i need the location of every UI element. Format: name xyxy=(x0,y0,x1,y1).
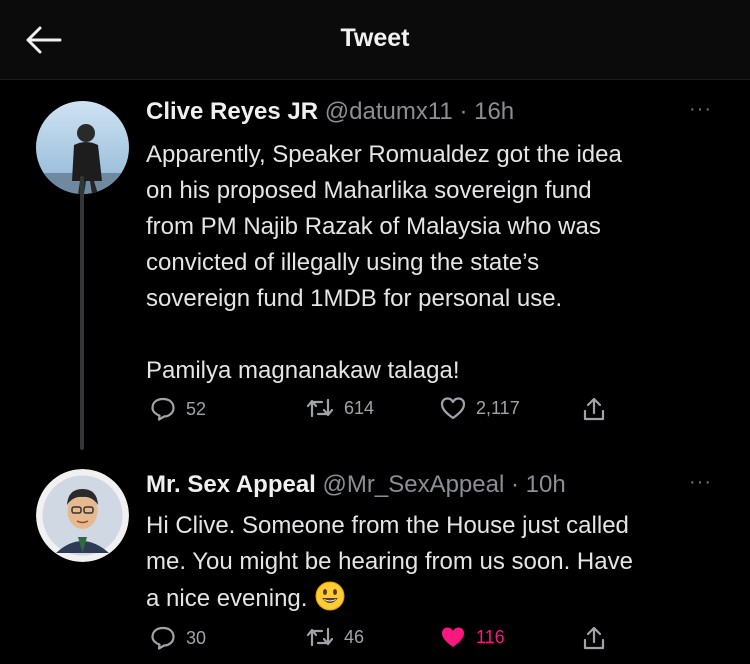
tweet-actions: 30 46 116 xyxy=(146,625,646,655)
avatar[interactable] xyxy=(36,469,129,562)
tweet-header: Mr. Sex Appeal @Mr_SexAppeal · 10h xyxy=(146,470,566,500)
tweet-text-line: sovereign fund 1MDB for personal use. xyxy=(146,285,563,312)
tweet-text: Hi Clive. Someone from the House just ca… xyxy=(146,508,736,617)
retweet-icon xyxy=(306,627,334,647)
retweet-count: 614 xyxy=(344,397,375,418)
timestamp[interactable]: · 10h xyxy=(511,471,566,498)
share-icon xyxy=(583,397,605,421)
heart-outline-icon xyxy=(440,397,466,420)
tweet-text-line: Pamilya magnanakaw talaga! xyxy=(146,357,460,384)
share-button[interactable] xyxy=(582,396,606,422)
reply-button[interactable]: 30 xyxy=(150,625,206,651)
tweet-text-line: Hi Clive. Someone from the House just ca… xyxy=(146,512,629,539)
tweet-text: Apparently, Speaker Romualdez got the id… xyxy=(146,137,736,389)
more-options-icon[interactable]: ··· xyxy=(689,98,712,121)
top-bar: Tweet xyxy=(0,0,750,80)
tweet-header: Clive Reyes JR @datumx11 · 16h xyxy=(146,97,514,127)
retweet-button[interactable]: 614 xyxy=(306,396,374,420)
retweet-icon xyxy=(306,398,334,418)
page-title: Tweet xyxy=(340,24,410,52)
like-count: 2,117 xyxy=(476,397,520,418)
reply-count: 52 xyxy=(186,398,207,419)
like-button[interactable]: 116 xyxy=(440,625,505,649)
heart-filled-icon xyxy=(442,627,464,647)
display-name[interactable]: Clive Reyes JR xyxy=(146,98,318,125)
thread-line xyxy=(80,176,84,450)
tweet-text-line: from PM Najib Razak of Malaysia who was xyxy=(146,213,601,240)
reply-icon xyxy=(151,626,175,650)
tweet-text-line: me. You might be hearing from us soon. H… xyxy=(146,548,633,575)
tweet-text-line xyxy=(146,317,736,353)
tweet-text-line: a nice evening. xyxy=(146,580,736,617)
like-count: 116 xyxy=(476,626,505,647)
timestamp[interactable]: · 16h xyxy=(459,98,514,125)
retweet-button[interactable]: 46 xyxy=(306,625,364,649)
share-icon xyxy=(583,626,605,650)
display-name[interactable]: Mr. Sex Appeal xyxy=(146,471,316,498)
tweet-text-line: Apparently, Speaker Romualdez got the id… xyxy=(146,141,622,168)
tweet-text-line: convicted of illegally using the state’s xyxy=(146,249,540,276)
tweet-actions: 52 614 2,117 xyxy=(146,396,646,426)
tweet-text-segment: a nice evening. xyxy=(146,585,308,612)
username[interactable]: @Mr_SexAppeal xyxy=(323,471,505,498)
retweet-count: 46 xyxy=(344,626,365,647)
reply-button[interactable]: 52 xyxy=(150,396,206,422)
share-button[interactable] xyxy=(582,625,606,651)
like-button[interactable]: 2,117 xyxy=(440,396,520,420)
reply-icon xyxy=(151,397,175,421)
more-options-icon[interactable]: ··· xyxy=(689,471,712,494)
tweet-text-line: on his proposed Maharlika sovereign fund xyxy=(146,177,592,204)
username[interactable]: @datumx11 xyxy=(325,98,453,125)
smiley-emoji-icon xyxy=(315,581,345,611)
reply-count: 30 xyxy=(186,627,207,648)
